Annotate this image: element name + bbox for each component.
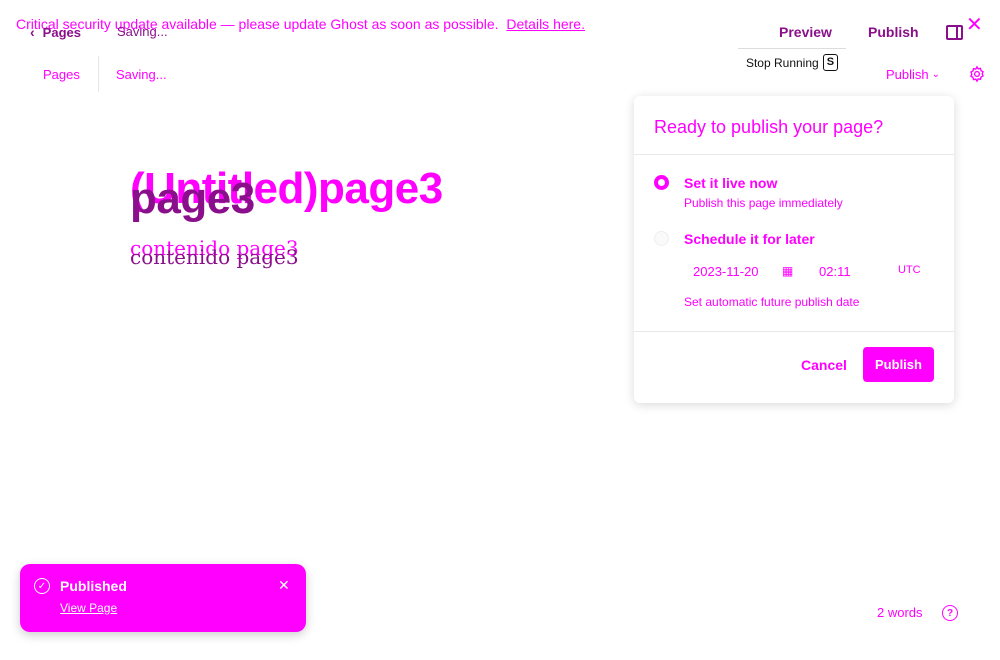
schedule-date-input[interactable]: 2023-11-20 bbox=[693, 264, 759, 279]
toast-title: Published bbox=[60, 578, 127, 594]
close-icon[interactable]: ✕ bbox=[966, 12, 983, 37]
banner-text: Critical security update available — ple… bbox=[16, 16, 499, 32]
calendar-icon[interactable]: ▦ bbox=[782, 264, 793, 278]
chevron-down-icon: ⌄ bbox=[931, 69, 941, 80]
published-toast: ✓ Published View Page ✕ bbox=[20, 564, 306, 632]
option-later-label[interactable]: Schedule it for later bbox=[684, 231, 815, 247]
post-body[interactable]: contenido page3 bbox=[130, 245, 299, 269]
schedule-time-input[interactable]: 02:11 bbox=[819, 264, 851, 279]
publish-dropdown-label: Publish bbox=[886, 67, 929, 82]
breadcrumb-pages[interactable]: Pages bbox=[43, 67, 80, 82]
sidebar-toggle-icon[interactable] bbox=[946, 25, 963, 40]
timezone-label: UTC bbox=[898, 264, 921, 276]
chevron-left-icon: ‹ bbox=[30, 24, 35, 40]
preview-button[interactable]: Preview bbox=[779, 24, 832, 40]
publish-popover: Ready to publish your page? Set it live … bbox=[634, 96, 954, 403]
popover-divider-bottom bbox=[634, 331, 954, 332]
word-count: 2 words bbox=[877, 605, 923, 620]
option-now-description: Publish this page immediately bbox=[684, 196, 843, 210]
save-status: Saving... bbox=[117, 24, 168, 39]
option-later-description: Set automatic future publish date bbox=[684, 295, 860, 309]
publish-dropdown[interactable]: Publish ⌄ bbox=[886, 67, 940, 82]
security-banner: Critical security update available — ple… bbox=[16, 16, 585, 32]
popover-title: Ready to publish your page? bbox=[654, 117, 884, 137]
back-link-label: Pages bbox=[42, 24, 81, 40]
confirm-publish-button[interactable]: Publish bbox=[863, 347, 934, 382]
radio-publish-now[interactable] bbox=[654, 175, 669, 190]
help-icon[interactable]: ? bbox=[942, 605, 958, 621]
editor-save-status: Saving... bbox=[116, 67, 167, 82]
cancel-button[interactable]: Cancel bbox=[801, 357, 847, 373]
radio-schedule-later[interactable] bbox=[654, 231, 669, 246]
back-to-pages-link[interactable]: ‹ Pages bbox=[30, 24, 81, 40]
keyboard-shortcut-badge: S bbox=[822, 54, 839, 71]
settings-gear-icon[interactable] bbox=[968, 65, 986, 83]
stop-running-button[interactable]: Stop Running S bbox=[738, 48, 846, 76]
post-title[interactable]: page3 bbox=[130, 174, 255, 224]
popover-divider bbox=[634, 154, 954, 155]
check-circle-icon: ✓ bbox=[34, 578, 50, 594]
banner-details-link[interactable]: Details here. bbox=[506, 16, 585, 32]
toast-close-icon[interactable]: ✕ bbox=[278, 577, 290, 594]
view-page-link[interactable]: View Page bbox=[60, 601, 117, 615]
option-now-label[interactable]: Set it live now bbox=[684, 175, 777, 191]
publish-button-top[interactable]: Publish bbox=[868, 24, 919, 40]
stop-running-label: Stop Running bbox=[745, 55, 819, 70]
header-divider bbox=[98, 56, 99, 92]
